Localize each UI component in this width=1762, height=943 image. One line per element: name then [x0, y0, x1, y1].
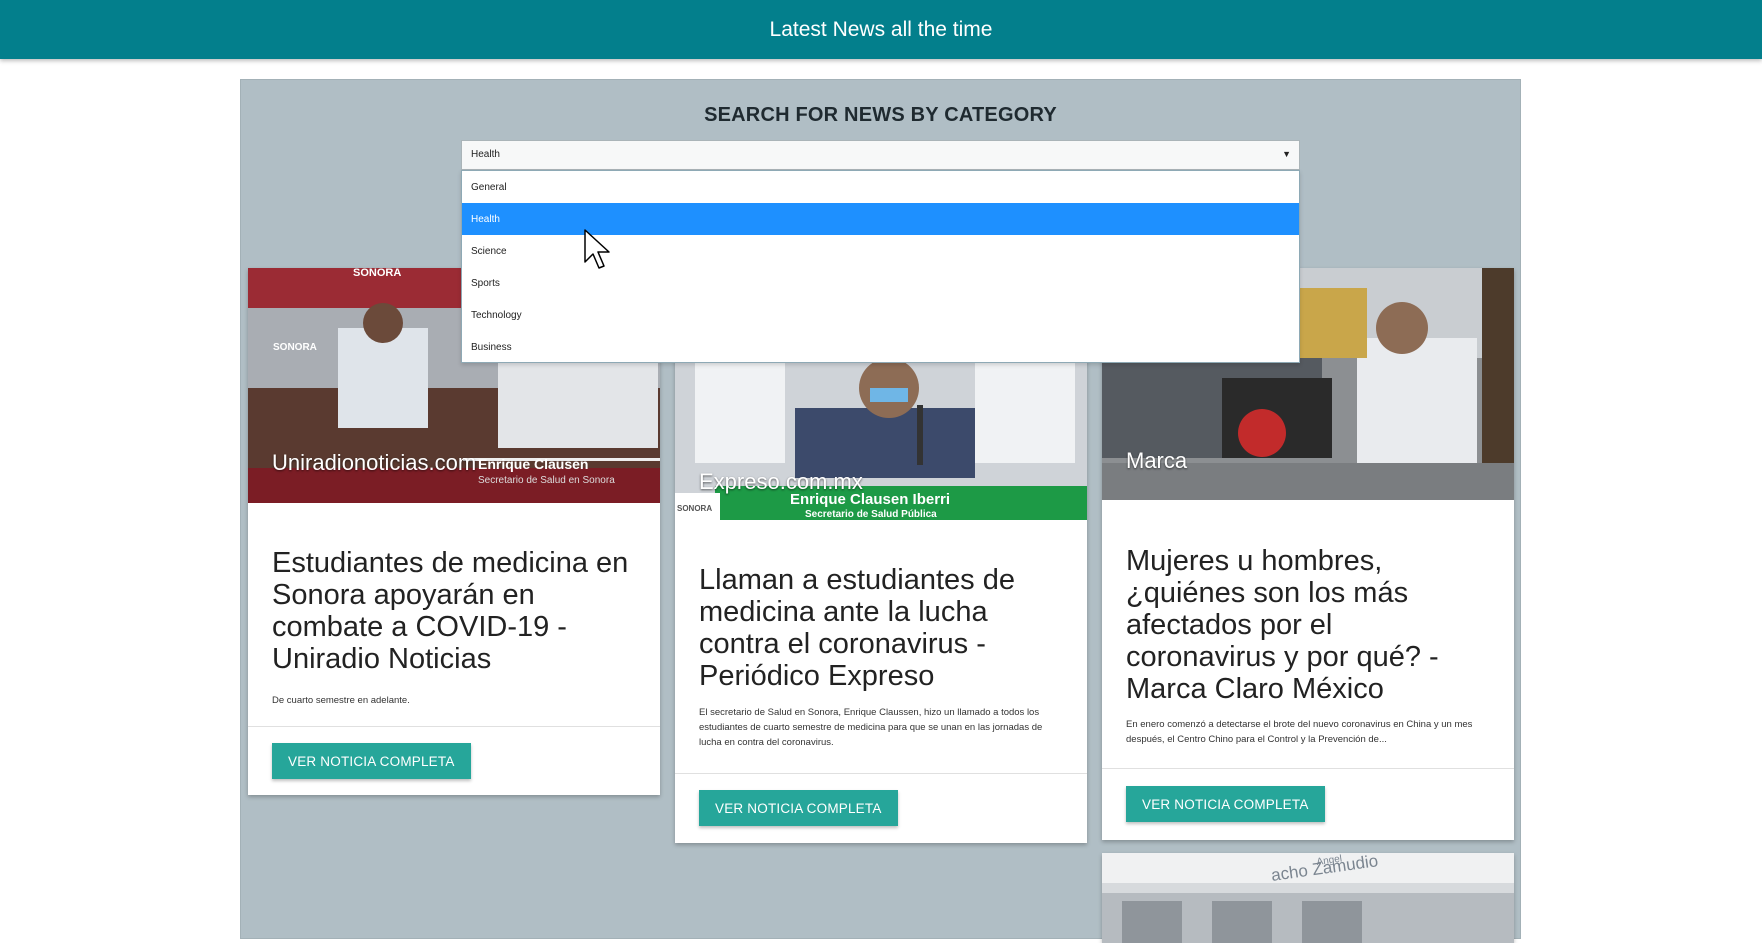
- news-card-image: acho Zamudio Angel: [1102, 853, 1514, 943]
- card-divider: [1102, 768, 1514, 769]
- news-photo: acho Zamudio Angel: [1102, 853, 1514, 943]
- app-header: Latest News all the time: [0, 0, 1762, 59]
- category-select[interactable]: Health ▼: [461, 140, 1300, 170]
- option-business[interactable]: Business: [462, 331, 1299, 363]
- header-title: Latest News all the time: [769, 17, 993, 41]
- news-title: Llaman a estudiantes de medicina ante la…: [699, 564, 1015, 692]
- news-source: Marca: [1126, 448, 1188, 473]
- mouse-cursor-icon: [584, 229, 610, 269]
- image-caption: SONORA: [353, 268, 401, 279]
- news-description: El secretario de Salud en Sonora, Enriqu…: [699, 707, 1043, 748]
- card-divider: [675, 773, 1087, 774]
- option-technology[interactable]: Technology: [462, 299, 1299, 331]
- image-caption: SONORA: [677, 504, 712, 513]
- news-title: Estudiantes de medicina en Sonora apoyar…: [272, 547, 629, 675]
- image-caption: Secretario de Salud en Sonora: [478, 475, 615, 486]
- read-full-news-button[interactable]: VER NOTICIA COMPLETA: [1126, 786, 1325, 822]
- dropdown-arrow-icon: ▼: [1282, 149, 1291, 159]
- news-title: Mujeres u hombres, ¿quiénes son los más …: [1126, 545, 1439, 705]
- news-source: Expreso.com.mx: [699, 469, 863, 494]
- read-full-news-button[interactable]: VER NOTICIA COMPLETA: [272, 743, 471, 779]
- category-select-value: Health: [471, 149, 500, 160]
- option-sports[interactable]: Sports: [462, 267, 1299, 299]
- image-caption: Secretario de Salud Pública: [805, 509, 937, 520]
- news-description: En enero comenzó a detectarse el brote d…: [1126, 719, 1473, 745]
- news-description: De cuarto semestre en adelante.: [272, 695, 410, 706]
- news-source: Uniradionoticias.com: [272, 450, 477, 475]
- option-general[interactable]: General: [462, 171, 1299, 203]
- read-full-news-button[interactable]: VER NOTICIA COMPLETA: [699, 790, 898, 826]
- news-card: acho Zamudio Angel: [1102, 853, 1514, 943]
- search-heading: SEARCH FOR NEWS BY CATEGORY: [704, 104, 1057, 126]
- news-panel: SEARCH FOR NEWS BY CATEGORY Health ▼ Gen…: [240, 79, 1521, 943]
- image-caption: Enrique Clausen: [478, 456, 588, 472]
- image-caption: SONORA: [273, 342, 317, 353]
- card-divider: [248, 726, 660, 727]
